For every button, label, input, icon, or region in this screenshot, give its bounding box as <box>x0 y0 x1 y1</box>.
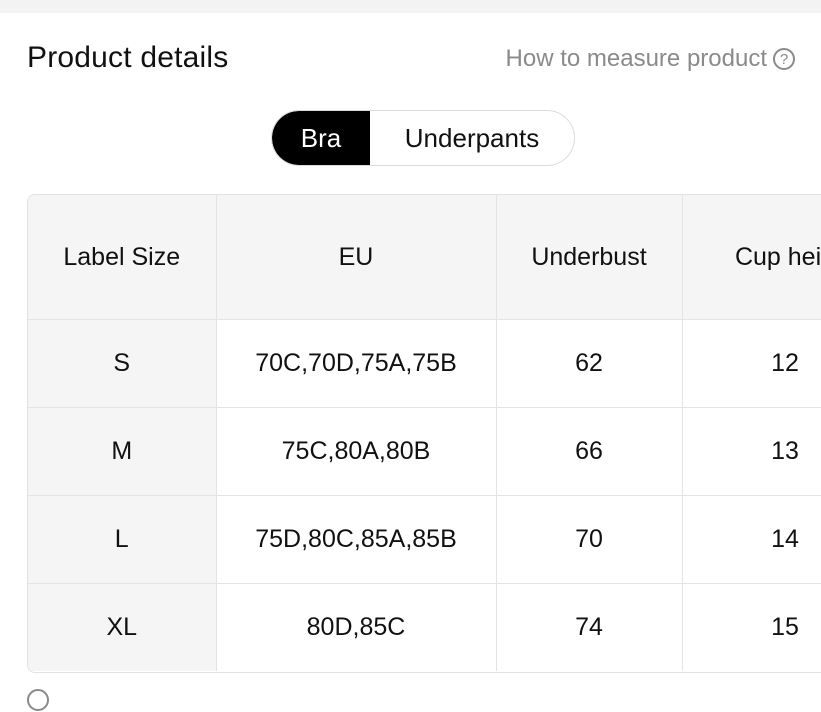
column-header-underbust: Underbust <box>496 195 683 320</box>
underbust-cell: 74 <box>496 583 683 671</box>
eu-cell: 80D,85C <box>216 583 497 671</box>
cup-height-cell: 15 <box>682 583 821 671</box>
size-cell: L <box>28 495 217 584</box>
size-chart-toggle: Bra Underpants <box>271 110 575 166</box>
eu-cell: 70C,70D,75A,75B <box>216 319 497 408</box>
tab-bra[interactable]: Bra <box>272 111 370 165</box>
column-header-label-size: Label Size <box>28 195 217 320</box>
column-header-eu: EU <box>216 195 497 320</box>
cup-height-cell: 12 <box>682 319 821 408</box>
size-table-container[interactable]: Label Size EU Underbust Cup heig S 70C,7… <box>27 194 821 673</box>
table-row: M 75C,80A,80B 66 13 <box>28 407 821 496</box>
column-header-cup-height: Cup heig <box>682 195 821 320</box>
eu-cell: 75C,80A,80B <box>216 407 497 496</box>
cup-height-cell: 13 <box>682 407 821 496</box>
question-circle-icon: ? <box>773 48 795 70</box>
table-row: S 70C,70D,75A,75B 62 12 <box>28 319 821 408</box>
eu-cell: 75D,80C,85A,85B <box>216 495 497 584</box>
measurement-note <box>27 688 807 712</box>
table-header-row: Label Size EU Underbust Cup heig <box>28 195 821 320</box>
top-strip <box>0 0 821 13</box>
size-table: Label Size EU Underbust Cup heig S 70C,7… <box>28 195 821 671</box>
table-row: XL 80D,85C 74 15 <box>28 583 821 671</box>
size-cell: S <box>28 319 217 408</box>
cup-height-cell: 14 <box>682 495 821 584</box>
how-to-measure-label: How to measure product <box>505 45 767 72</box>
underbust-cell: 70 <box>496 495 683 584</box>
size-cell: M <box>28 407 217 496</box>
size-cell: XL <box>28 583 217 671</box>
underbust-cell: 62 <box>496 319 683 408</box>
tab-underpants[interactable]: Underpants <box>370 111 574 165</box>
table-row: L 75D,80C,85A,85B 70 14 <box>28 495 821 584</box>
page-title: Product details <box>27 41 229 74</box>
product-details-header: Product details How to measure product ? <box>0 13 821 103</box>
info-circle-icon <box>27 689 49 711</box>
how-to-measure-link[interactable]: How to measure product ? <box>506 45 795 73</box>
underbust-cell: 66 <box>496 407 683 496</box>
